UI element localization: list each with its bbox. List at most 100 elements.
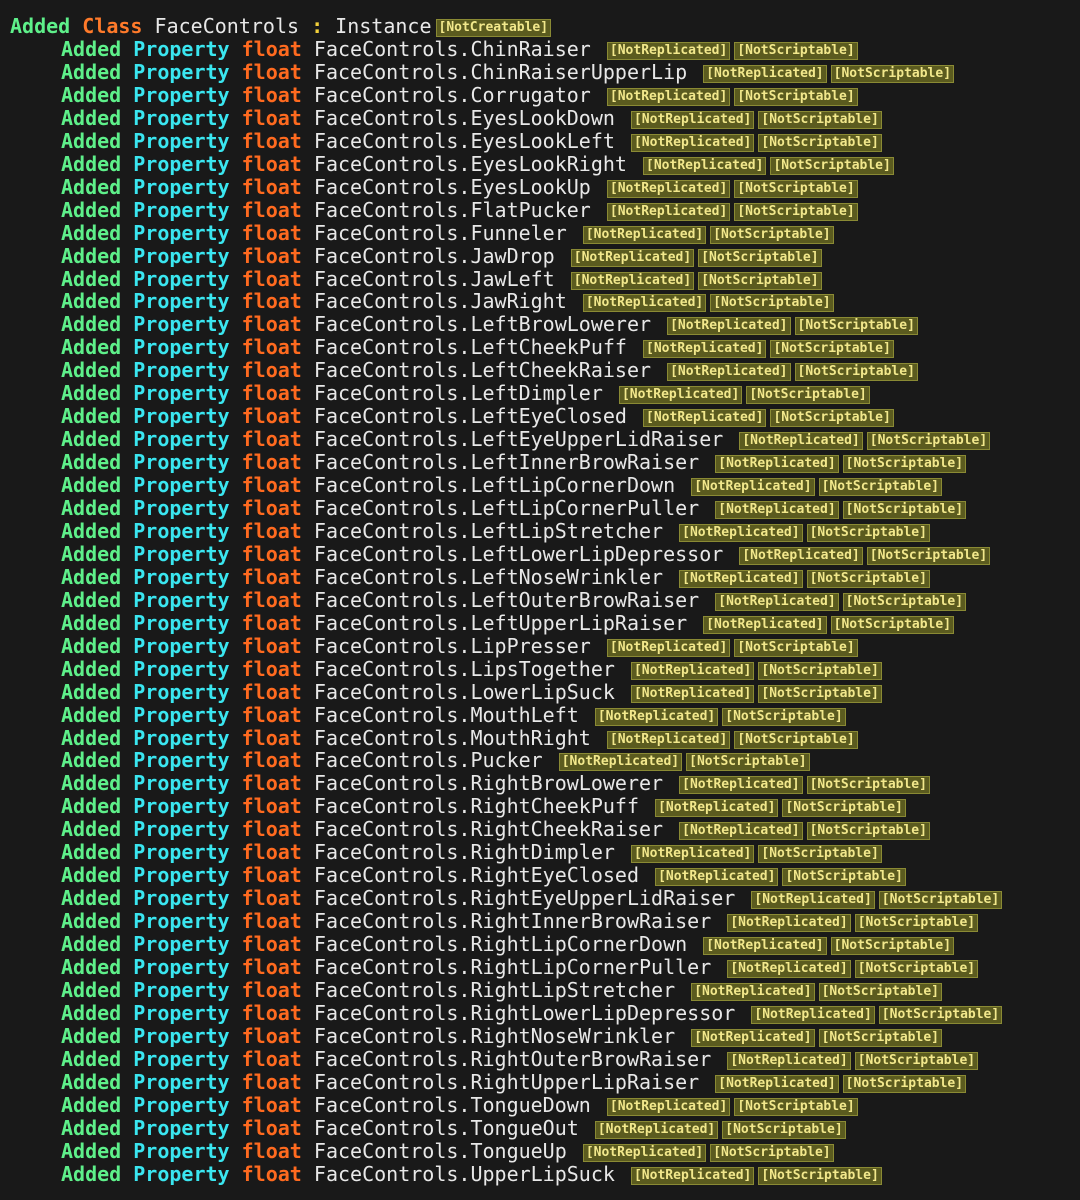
property-name: FaceControls.LeftOuterBrowRaiser <box>313 587 700 612</box>
property-keyword: Property <box>133 817 230 842</box>
property-name: FaceControls.LeftBrowLowerer <box>313 312 652 337</box>
type-keyword: float <box>241 1023 302 1048</box>
property-name: FaceControls.LeftEyeUpperLidRaiser <box>313 427 724 452</box>
not-replicated-tag: [NotReplicated] <box>715 1074 839 1093</box>
not-replicated-tag: [NotReplicated] <box>715 501 839 519</box>
property-line: Added Property float FaceControls.RightN… <box>61 1023 942 1048</box>
property-keyword: Property <box>133 771 230 796</box>
not-replicated-tag: [NotReplicated] <box>703 65 827 83</box>
added-keyword: Added <box>61 151 122 176</box>
not-replicated-tag: [NotReplicated] <box>667 317 791 336</box>
not-replicated-tag: [NotReplicated] <box>606 638 731 657</box>
not-replicated-tag: [NotReplicated] <box>727 1051 851 1070</box>
property-keyword: Property <box>133 863 230 888</box>
inherits-colon: : <box>311 14 324 38</box>
added-keyword: Added <box>61 519 122 543</box>
property-keyword: Property <box>133 1023 230 1048</box>
type-keyword: float <box>241 243 302 268</box>
added-keyword: Added <box>61 197 122 222</box>
property-name: FaceControls.LeftInnerBrowRaiser <box>313 450 700 475</box>
type-keyword: float <box>241 82 302 107</box>
type-keyword: float <box>241 335 302 360</box>
property-name: FaceControls.RightBrowLowerer <box>313 771 664 796</box>
type-keyword: float <box>241 220 302 245</box>
type-keyword: float <box>241 955 302 979</box>
not-scriptable-tag: [NotScriptable] <box>722 707 846 726</box>
not-scriptable-tag: [NotScriptable] <box>686 753 810 772</box>
type-keyword: float <box>241 633 302 658</box>
property-line: Added Property float FaceControls.LeftDi… <box>61 382 870 405</box>
not-scriptable-tag: [NotScriptable] <box>734 42 858 60</box>
not-replicated-tag: [NotReplicated] <box>630 133 755 152</box>
property-line: Added Property float FaceControls.LipsTo… <box>61 656 882 681</box>
property-keyword: Property <box>133 381 230 406</box>
not-scriptable-tag: [NotScriptable] <box>842 1074 967 1093</box>
not-scriptable-tag: [NotScriptable] <box>722 1120 846 1139</box>
property-keyword: Property <box>133 450 230 475</box>
property-name: FaceControls.RightLipStretcher <box>313 977 676 1002</box>
property-name: FaceControls.MouthLeft <box>313 702 579 727</box>
added-keyword: Added <box>61 817 122 842</box>
not-scriptable-tag: [NotScriptable] <box>770 340 894 359</box>
not-replicated-tag: [NotReplicated] <box>679 776 803 795</box>
type-keyword: float <box>241 977 302 1002</box>
property-line: Added Property float FaceControls.RightL… <box>61 977 942 1002</box>
not-scriptable-tag: [NotScriptable] <box>758 110 882 129</box>
not-replicated-tag: [NotReplicated] <box>582 225 707 244</box>
added-keyword: Added <box>61 1092 122 1117</box>
added-keyword: Added <box>61 886 122 911</box>
not-scriptable-tag: [NotScriptable] <box>698 248 822 267</box>
not-scriptable-tag: [NotScriptable] <box>710 294 834 313</box>
added-keyword: Added <box>61 610 122 635</box>
not-scriptable-tag: [NotScriptable] <box>770 409 894 428</box>
not-replicated-tag: [NotReplicated] <box>739 432 863 451</box>
type-keyword: float <box>241 656 302 681</box>
property-keyword: Property <box>133 541 230 566</box>
added-keyword: Added <box>61 404 122 429</box>
not-replicated-tag: [NotReplicated] <box>727 914 851 933</box>
added-keyword: Added <box>61 748 122 773</box>
added-keyword: Added <box>61 60 122 84</box>
added-keyword: Added <box>61 289 122 314</box>
type-keyword: float <box>241 541 302 566</box>
property-line: Added Property float FaceControls.ChinRa… <box>61 60 955 84</box>
added-keyword: Added <box>61 1046 122 1071</box>
property-name: FaceControls.LipPresser <box>313 633 591 658</box>
property-line: Added Property float FaceControls.JawRig… <box>61 290 834 313</box>
property-line: Added Property float FaceControls.RightC… <box>61 818 930 841</box>
not-scriptable-tag: [NotScriptable] <box>734 638 858 657</box>
property-keyword: Property <box>133 725 230 750</box>
not-replicated-tag: [NotReplicated] <box>703 615 827 634</box>
not-replicated-tag: [NotReplicated] <box>727 960 851 978</box>
property-name: FaceControls.RightOuterBrowRaiser <box>313 1046 712 1071</box>
type-keyword: float <box>241 151 302 176</box>
not-scriptable-tag: [NotScriptable] <box>818 1028 942 1047</box>
not-scriptable-tag: [NotScriptable] <box>830 615 955 634</box>
type-keyword: float <box>241 909 302 934</box>
type-keyword: float <box>241 564 302 589</box>
not-scriptable-tag: [NotScriptable] <box>830 937 955 955</box>
added-keyword: Added <box>61 955 122 979</box>
property-name: FaceControls.RightLowerLipDepressor <box>313 1000 736 1025</box>
added-keyword: Added <box>61 266 122 291</box>
property-line: Added Property float FaceControls.EyesLo… <box>61 128 882 153</box>
property-line: Added Property float FaceControls.LeftCh… <box>61 359 918 382</box>
not-scriptable-tag: [NotScriptable] <box>794 317 918 336</box>
property-keyword: Property <box>133 128 230 153</box>
property-keyword: Property <box>133 220 230 245</box>
added-keyword: Added <box>61 381 122 406</box>
type-keyword: float <box>241 105 302 130</box>
property-line: Added Property float FaceControls.MouthR… <box>61 725 858 750</box>
not-scriptable-tag: [NotScriptable] <box>806 524 930 542</box>
property-name: FaceControls.LeftEyeClosed <box>313 404 627 429</box>
not-replicated-tag: [NotReplicated] <box>630 661 755 680</box>
added-keyword: Added <box>61 1069 122 1094</box>
not-scriptable-tag: [NotScriptable] <box>734 87 858 106</box>
type-keyword: float <box>241 1000 302 1025</box>
property-line: Added Property float FaceControls.UpperL… <box>61 1162 882 1186</box>
property-name: FaceControls.EyesLookDown <box>313 105 615 130</box>
not-scriptable-tag: [NotScriptable] <box>782 868 906 887</box>
added-keyword: Added <box>61 427 122 452</box>
property-keyword: Property <box>133 679 230 704</box>
property-keyword: Property <box>133 37 230 61</box>
